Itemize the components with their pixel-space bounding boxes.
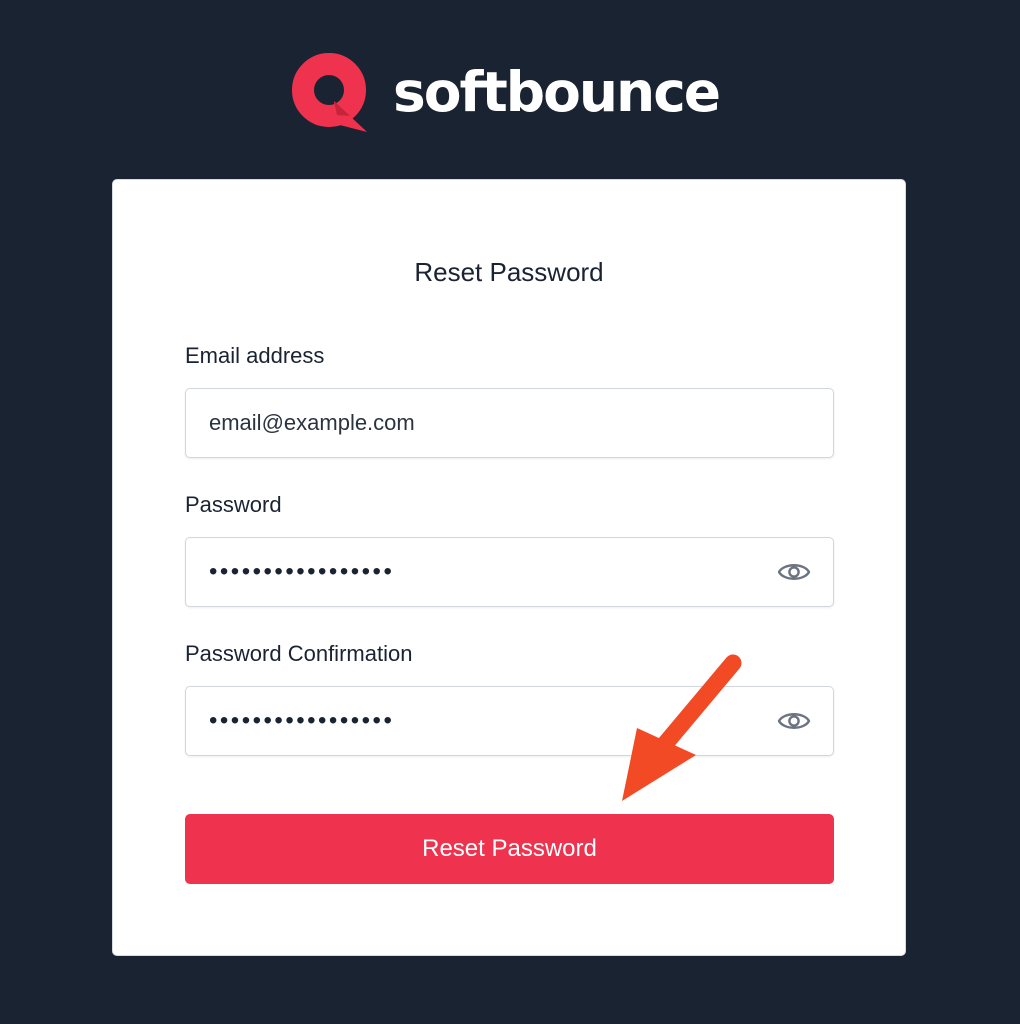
email-label: Email address [185,343,325,368]
password-masked-value: ••••••••••••••••• [209,558,395,585]
page-title: Reset Password [414,257,604,287]
password-label: Password [185,492,282,517]
password-confirmation-masked-value: ••••••••••••••••• [209,707,395,734]
password-confirmation-field[interactable]: ••••••••••••••••• [185,686,834,756]
email-field[interactable]: email@example.com [185,388,834,458]
softbounce-logo-icon [292,53,367,132]
reset-password-button[interactable]: Reset Password [185,814,834,884]
reset-password-card: Reset Password Email address email@examp… [112,179,906,956]
password-field[interactable]: ••••••••••••••••• [185,537,834,607]
eye-icon[interactable] [777,707,811,735]
email-value: email@example.com [209,410,415,435]
eye-icon[interactable] [777,558,811,586]
brand-name: softbounce [393,60,721,124]
brand-header: softbounce [0,50,1020,134]
password-confirmation-label: Password Confirmation [185,641,413,666]
